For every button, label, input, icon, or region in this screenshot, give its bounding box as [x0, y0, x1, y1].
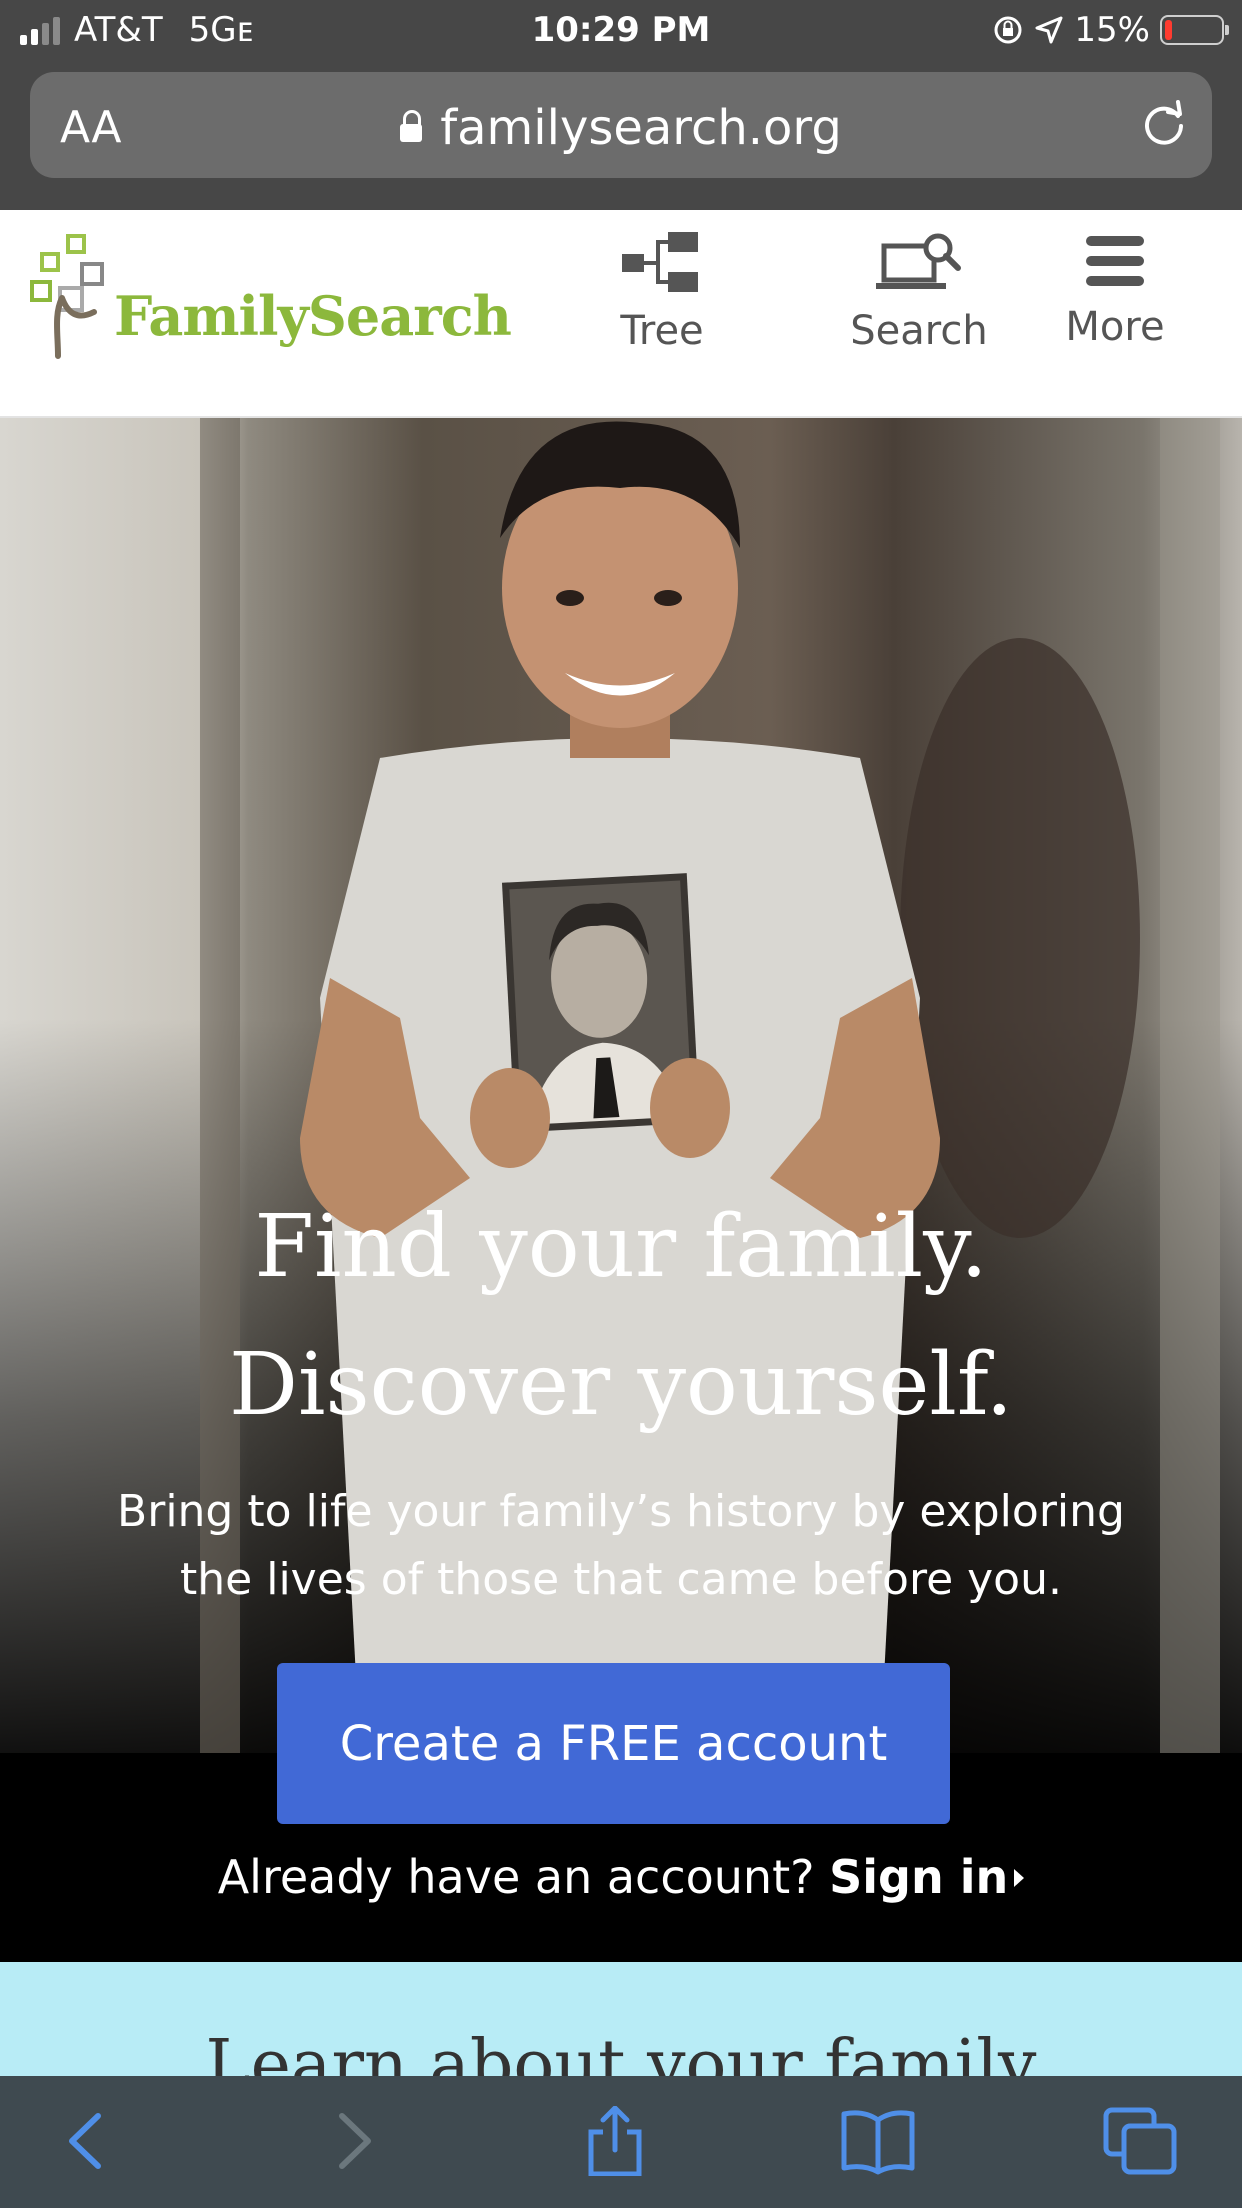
tree-logo-icon — [30, 234, 104, 359]
learn-section: Learn about your family — [0, 1962, 1242, 2076]
nav-tree[interactable]: Tree — [612, 230, 712, 354]
create-account-button[interactable]: Create a FREE account — [277, 1663, 950, 1824]
signin-link-label: Sign in — [829, 1850, 1009, 1904]
nav-search-label: Search — [850, 308, 988, 354]
signin-link[interactable]: Sign in — [829, 1850, 1025, 1904]
nav-tree-label: Tree — [620, 308, 704, 354]
logo-text: FamilySearch — [114, 284, 512, 348]
battery-icon — [1160, 15, 1229, 45]
menu-icon — [1086, 236, 1144, 286]
nav-more[interactable]: More — [1060, 230, 1170, 350]
nav-more-label: More — [1065, 304, 1165, 350]
browser-address-bar: AA familysearch.org — [0, 62, 1242, 210]
orientation-lock-icon — [994, 16, 1022, 44]
search-icon — [876, 233, 961, 289]
learn-section-title: Learn about your family — [205, 2026, 1037, 2076]
familysearch-logo[interactable]: FamilySearch — [28, 234, 512, 374]
bookmarks-icon[interactable] — [838, 2106, 918, 2176]
lock-icon — [400, 110, 423, 142]
url-field[interactable]: AA familysearch.org — [30, 72, 1212, 178]
headline-line-1: Find your family. — [254, 1197, 988, 1297]
url-text: familysearch.org — [440, 100, 842, 156]
hero-headline: Find your family. Discover yourself. — [0, 1178, 1242, 1454]
signin-prompt: Already have an account? — [217, 1850, 815, 1904]
create-account-label: Create a FREE account — [339, 1715, 888, 1772]
browser-toolbar — [0, 2076, 1242, 2208]
chevron-right-icon — [1014, 1869, 1025, 1887]
hero-section: Find your family. Discover yourself. Bri… — [0, 418, 1242, 1962]
hero-subtitle: Bring to life your family’s history by e… — [40, 1478, 1202, 1614]
reload-icon[interactable] — [1138, 98, 1190, 150]
battery-percent: 15% — [1074, 10, 1150, 50]
status-right: 15% — [992, 10, 1229, 50]
subtitle-line-1: Bring to life your family’s history by e… — [117, 1486, 1125, 1537]
tree-icon — [622, 232, 698, 292]
tabs-icon[interactable] — [1102, 2106, 1182, 2176]
back-icon[interactable] — [50, 2106, 130, 2176]
subtitle-line-2: the lives of those that came before you. — [180, 1554, 1062, 1605]
headline-line-2: Discover yourself. — [229, 1335, 1013, 1435]
url-display[interactable]: familysearch.org — [30, 100, 1212, 156]
forward-icon[interactable] — [310, 2106, 390, 2176]
nav-search[interactable]: Search — [843, 230, 995, 354]
status-bar: AT&T 5Gᴇ 10:29 PM 15% — [0, 0, 1242, 62]
signin-prompt-row: Already have an account? Sign in — [0, 1850, 1242, 1904]
site-header: FamilySearch Tree Search More — [0, 210, 1242, 418]
share-icon[interactable] — [575, 2106, 655, 2176]
location-icon — [1035, 16, 1063, 44]
